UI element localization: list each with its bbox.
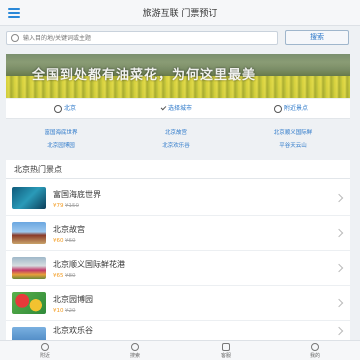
tab-label: 客服 <box>220 353 231 359</box>
chat-icon <box>222 343 230 351</box>
attraction-image <box>12 257 46 279</box>
quicknav-city-label: 北京 <box>64 105 77 112</box>
category-link[interactable]: 北京欢乐谷 <box>121 141 231 149</box>
category-link[interactable]: 北京故宫 <box>121 128 231 136</box>
section-title: 北京热门景点 <box>14 165 62 174</box>
tab-service[interactable]: 客服 <box>206 343 246 359</box>
chevron-right-icon <box>334 263 344 273</box>
price: ¥60 <box>53 238 64 244</box>
search-box[interactable] <box>6 31 278 45</box>
hot-attractions: 北京热门景点 富国海底世界 ¥79 ¥150 北京故宫 ¥60 ¥60 北京顺义… <box>6 160 350 349</box>
page-title: 旅游互联 门票预订 <box>142 9 218 19</box>
globe-icon <box>54 104 62 113</box>
chevron-right-icon <box>334 193 344 203</box>
tab-search[interactable]: 搜索 <box>115 343 155 359</box>
search-icon <box>11 34 19 42</box>
attraction-name: 富国海底世界 <box>53 190 101 199</box>
attraction-image <box>12 222 46 244</box>
check-icon <box>160 104 167 110</box>
quick-nav: 北京 选择城市 附近景点 <box>6 99 350 119</box>
original-price: ¥60 <box>65 238 76 244</box>
attraction-name: 北京欢乐谷 <box>53 326 93 335</box>
attraction-image <box>12 187 46 209</box>
category-links: 富国海底世界 北京故宫 北京顺义国际鲜 北京园博园 北京欢乐谷 平谷天云山 <box>6 124 350 152</box>
original-price: ¥150 <box>65 203 79 209</box>
quicknav-nearby[interactable]: 附近景点 <box>274 104 308 114</box>
quicknav-select-city-label: 选择城市 <box>168 105 193 112</box>
attraction-image <box>12 292 46 314</box>
chevron-right-icon <box>334 298 344 308</box>
attraction-name: 北京顺义国际鲜花港 <box>53 260 125 269</box>
divider <box>6 178 350 179</box>
quicknav-select-city[interactable]: 选择城市 <box>160 104 193 114</box>
tab-nearby[interactable]: 附近 <box>25 343 65 359</box>
list-item[interactable]: 北京故宫 ¥60 ¥60 <box>6 217 350 251</box>
attraction-name: 北京故宫 <box>53 225 85 234</box>
search-bar: 搜索 <box>0 26 360 50</box>
chevron-right-icon <box>334 228 344 238</box>
promo-banner[interactable]: 全国到处都有油菜花，为何这里最美 <box>6 54 350 98</box>
compass-icon <box>41 343 49 351</box>
list-item[interactable]: 富国海底世界 ¥79 ¥150 <box>6 182 350 216</box>
category-link[interactable]: 北京园博园 <box>6 141 116 149</box>
search-button[interactable]: 搜索 <box>285 30 349 45</box>
banner-text: 全国到处都有油菜花，为何这里最美 <box>32 68 257 83</box>
list-item[interactable]: 北京顺义国际鲜花港 ¥65 ¥80 <box>6 252 350 286</box>
attraction-name: 北京园博园 <box>53 295 93 304</box>
original-price: ¥20 <box>65 308 76 314</box>
list-item[interactable]: 北京园博园 ¥10 ¥20 <box>6 287 350 321</box>
category-link[interactable]: 北京顺义国际鲜 <box>238 128 348 136</box>
original-price: ¥80 <box>65 273 76 279</box>
category-link[interactable]: 富国海底世界 <box>6 128 116 136</box>
bottom-tab-bar: 附近 搜索 客服 我的 <box>0 340 360 360</box>
category-link[interactable]: 平谷天云山 <box>238 141 348 149</box>
tab-label: 附近 <box>39 353 50 359</box>
quicknav-nearby-label: 附近景点 <box>284 105 309 112</box>
price: ¥65 <box>53 273 64 279</box>
tab-label: 搜索 <box>129 353 140 359</box>
top-bar: 旅游互联 门票预订 <box>0 0 360 26</box>
user-icon <box>311 343 319 351</box>
price: ¥10 <box>53 308 64 314</box>
price: ¥79 <box>53 203 64 209</box>
tab-label: 我的 <box>309 353 320 359</box>
chevron-right-icon <box>334 326 344 336</box>
search-icon <box>131 343 139 351</box>
quicknav-city[interactable]: 北京 <box>54 104 76 114</box>
tab-profile[interactable]: 我的 <box>295 343 335 359</box>
search-input[interactable] <box>23 33 273 43</box>
location-icon <box>274 104 282 113</box>
